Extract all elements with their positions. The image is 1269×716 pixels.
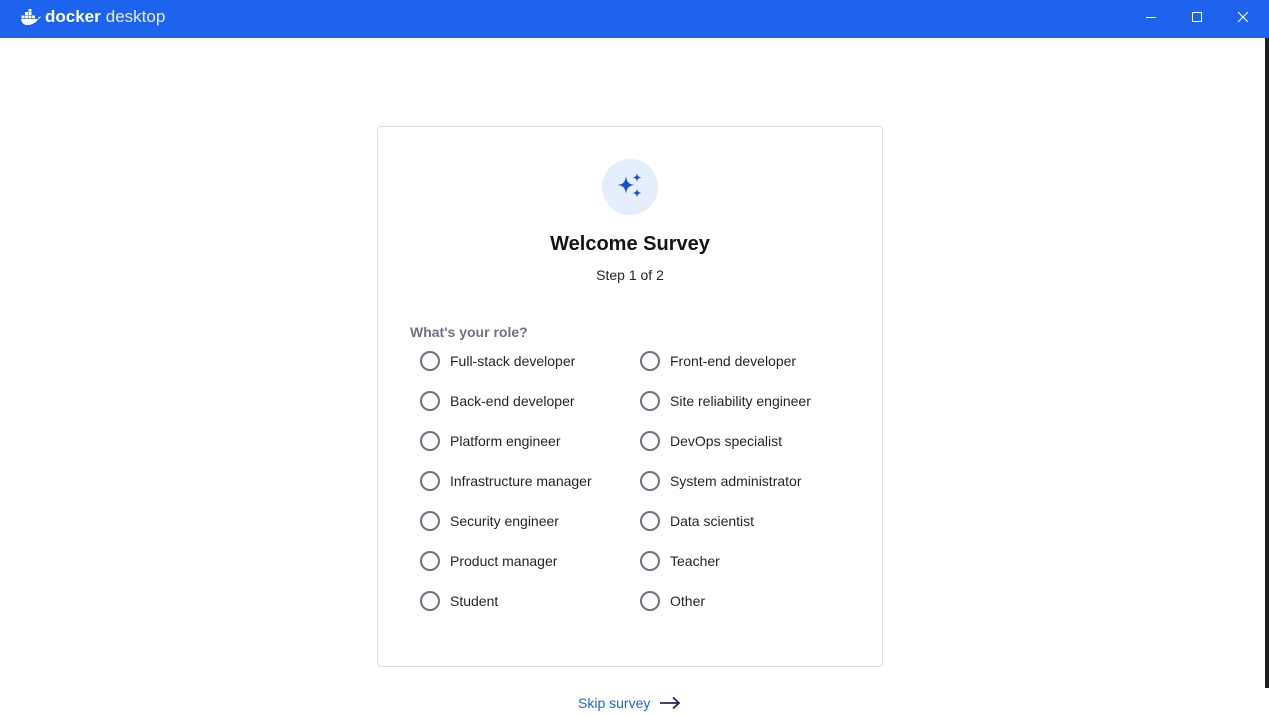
radio-button[interactable]: [640, 391, 660, 411]
radio-button[interactable]: [420, 591, 440, 611]
maximize-icon: [1192, 12, 1202, 22]
title-bar: docker desktop: [0, 0, 1269, 38]
role-option-other[interactable]: Other: [640, 587, 705, 615]
role-option-student[interactable]: Student: [420, 587, 498, 615]
sparkles-icon: [617, 173, 642, 198]
role-option-label: Other: [670, 593, 706, 609]
docker-whale-icon: [21, 9, 41, 25]
close-icon: [1237, 11, 1249, 23]
radio-button[interactable]: [420, 431, 440, 451]
role-option-data-scientist[interactable]: Data scientist: [640, 507, 754, 535]
brand-name: docker: [45, 7, 101, 26]
radio-button[interactable]: [640, 471, 660, 491]
welcome-survey-card: Welcome Survey Step 1 of 2 What's your r…: [377, 126, 883, 667]
role-option-infrastructure-manager[interactable]: Infrastructure manager: [420, 467, 592, 495]
minimize-button[interactable]: [1128, 0, 1174, 34]
sparkles-badge: [602, 159, 658, 215]
role-option-front-end-developer[interactable]: Front-end developer: [640, 347, 796, 375]
role-option-devops-specialist[interactable]: DevOps specialist: [640, 427, 782, 455]
role-option-label: Full-stack developer: [450, 353, 576, 369]
skip-survey-link[interactable]: Skip survey: [578, 690, 681, 716]
role-option-label: DevOps specialist: [670, 433, 783, 449]
radio-button[interactable]: [640, 551, 660, 571]
radio-button[interactable]: [420, 511, 440, 531]
close-button[interactable]: [1220, 0, 1266, 34]
radio-button[interactable]: [420, 391, 440, 411]
radio-button[interactable]: [420, 551, 440, 571]
scrollbar[interactable]: [1265, 38, 1269, 688]
survey-step-indicator: Step 1 of 2: [596, 267, 664, 283]
radio-button[interactable]: [420, 471, 440, 491]
role-option-label: Data scientist: [670, 513, 755, 529]
skip-survey-label: Skip survey: [578, 695, 651, 711]
survey-title: Welcome Survey: [550, 233, 710, 255]
role-option-label: Platform engineer: [450, 433, 561, 449]
role-option-label: Site reliability engineer: [670, 393, 811, 409]
role-option-label: Student: [450, 593, 499, 609]
radio-button[interactable]: [640, 431, 660, 451]
role-option-teacher[interactable]: Teacher: [640, 547, 720, 575]
role-option-security-engineer[interactable]: Security engineer: [420, 507, 559, 535]
role-option-platform-engineer[interactable]: Platform engineer: [420, 427, 561, 455]
arrow-right-icon: [660, 696, 681, 710]
role-question: What's your role?: [410, 324, 528, 340]
brand-product: desktop: [105, 7, 166, 26]
role-option-label: Teacher: [670, 553, 720, 569]
role-option-label: System administrator: [670, 473, 802, 489]
role-option-label: Infrastructure manager: [450, 473, 592, 489]
role-option-product-manager[interactable]: Product manager: [420, 547, 557, 575]
radio-button[interactable]: [640, 591, 660, 611]
radio-button[interactable]: [640, 511, 660, 531]
role-option-label: Security engineer: [450, 513, 559, 529]
role-option-site-reliability-engineer[interactable]: Site reliability engineer: [640, 387, 811, 415]
maximize-button[interactable]: [1174, 0, 1220, 34]
role-option-back-end-developer[interactable]: Back-end developer: [420, 387, 575, 415]
role-option-full-stack-developer[interactable]: Full-stack developer: [420, 347, 575, 375]
role-option-label: Front-end developer: [670, 353, 797, 369]
radio-button[interactable]: [420, 351, 440, 371]
role-option-label: Product manager: [450, 553, 558, 569]
radio-button[interactable]: [640, 351, 660, 371]
role-option-label: Back-end developer: [450, 393, 575, 409]
minimize-icon: [1146, 17, 1156, 18]
role-option-system-administrator[interactable]: System administrator: [640, 467, 801, 495]
docker-desktop-logo: docker desktop: [21, 7, 165, 27]
